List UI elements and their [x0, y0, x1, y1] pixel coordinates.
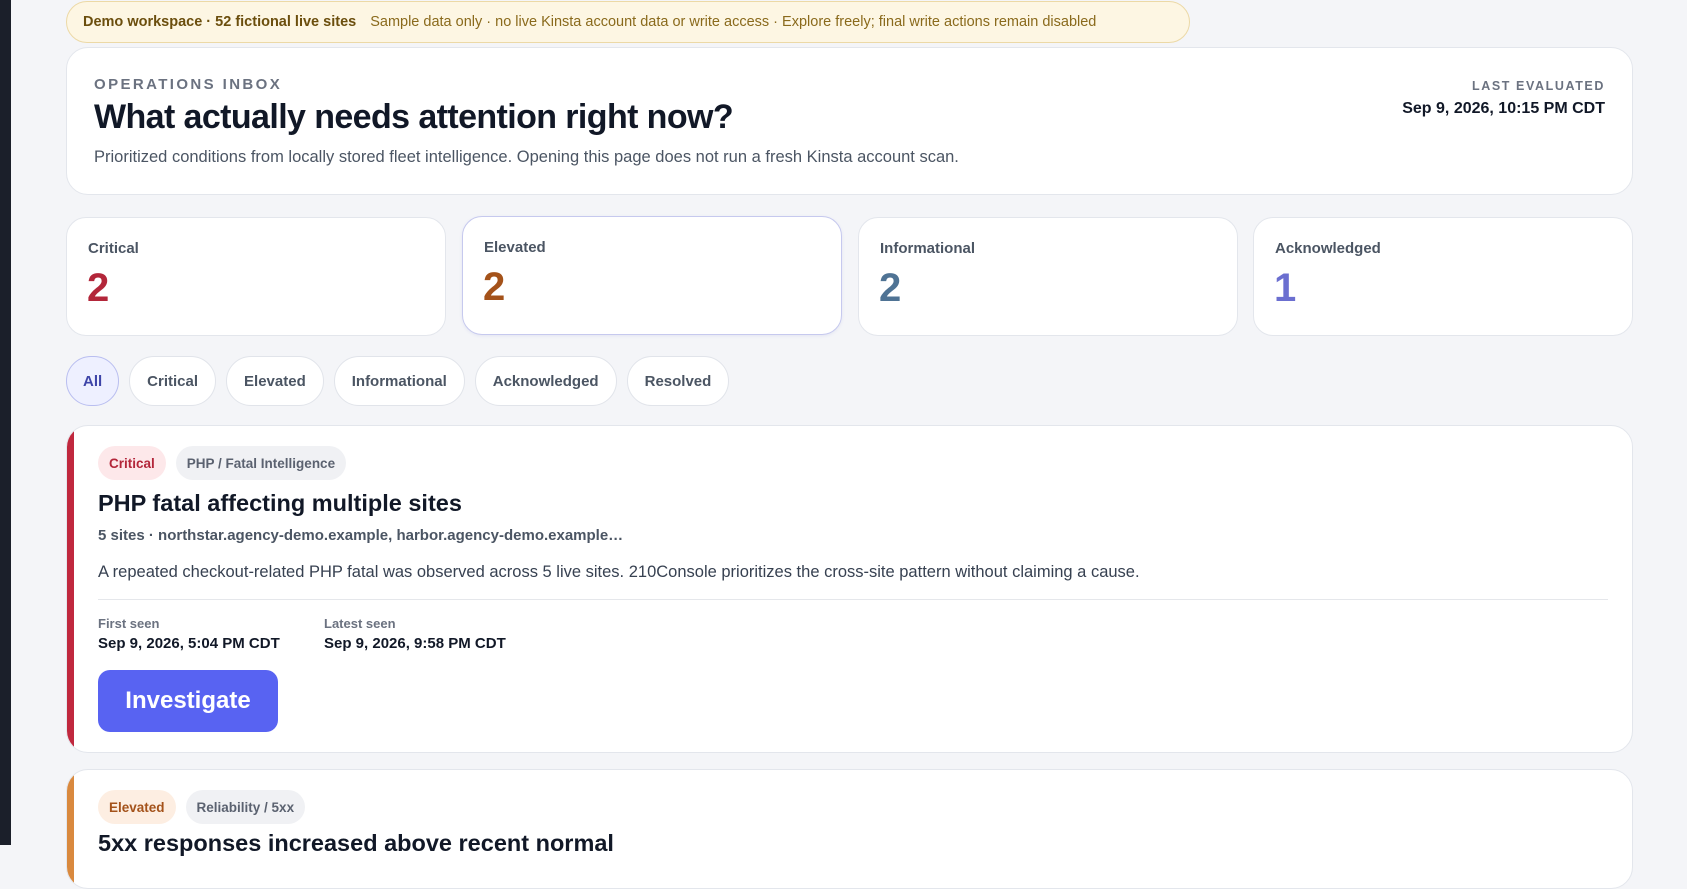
divider: [98, 599, 1608, 600]
alert-card-php-fatal: Critical PHP / Fatal Intelligence PHP fa…: [66, 425, 1633, 753]
stat-label: Elevated: [484, 239, 546, 256]
filter-all[interactable]: All: [66, 356, 120, 406]
severity-accent-bar: [67, 770, 74, 888]
stat-card-informational[interactable]: Informational 2: [858, 217, 1238, 336]
stat-value: 1: [1274, 266, 1297, 310]
alert-title: 5xx responses increased above recent nor…: [98, 830, 614, 856]
demo-banner: Demo workspace · 52 fictional live sites…: [66, 1, 1190, 43]
alert-card-5xx: Elevated Reliability / 5xx 5xx responses…: [66, 769, 1633, 889]
severity-accent-bar: [67, 426, 74, 752]
filter-critical[interactable]: Critical: [129, 356, 217, 406]
category-badge: PHP / Fatal Intelligence: [175, 446, 347, 480]
stat-label: Acknowledged: [1275, 240, 1381, 257]
latest-seen-value: Sep 9, 2026, 9:58 PM CDT: [324, 635, 506, 652]
filter-informational[interactable]: Informational: [333, 356, 465, 406]
alert-badges: Elevated Reliability / 5xx: [98, 790, 306, 824]
header-card: OPERATIONS INBOX What actually needs att…: [66, 47, 1633, 195]
filter-resolved[interactable]: Resolved: [626, 356, 730, 406]
operations-inbox: Demo workspace · 52 fictional live sites…: [66, 0, 1633, 889]
demo-workspace-label: Demo workspace · 52 fictional live sites: [83, 14, 357, 30]
alert-description: A repeated checkout-related PHP fatal wa…: [98, 563, 1140, 581]
demo-notice: Sample data only · no live Kinsta accoun…: [370, 14, 1097, 30]
first-seen: First seen Sep 9, 2026, 5:04 PM CDT: [98, 616, 280, 652]
stat-card-acknowledged[interactable]: Acknowledged 1: [1253, 217, 1633, 336]
stat-value: 2: [483, 265, 506, 309]
stat-card-elevated[interactable]: Elevated 2: [462, 216, 842, 335]
alert-badges: Critical PHP / Fatal Intelligence: [98, 446, 347, 480]
filter-acknowledged[interactable]: Acknowledged: [474, 356, 617, 406]
latest-seen: Latest seen Sep 9, 2026, 9:58 PM CDT: [324, 616, 506, 652]
first-seen-label: First seen: [98, 616, 160, 631]
stat-label: Informational: [880, 240, 976, 257]
filter-bar: All Critical Elevated Informational Ackn…: [66, 356, 730, 406]
stat-value: 2: [879, 266, 902, 310]
severity-badge: Elevated: [98, 790, 176, 824]
left-rail: [0, 0, 11, 845]
category-badge: Reliability / 5xx: [185, 790, 306, 824]
investigate-button[interactable]: Investigate: [98, 670, 278, 732]
first-seen-value: Sep 9, 2026, 5:04 PM CDT: [98, 635, 280, 652]
severity-badge: Critical: [98, 446, 166, 480]
latest-seen-label: Latest seen: [324, 616, 396, 631]
page-title: What actually needs attention right now?: [94, 98, 734, 136]
stat-card-critical[interactable]: Critical 2: [66, 217, 446, 336]
page-eyebrow: OPERATIONS INBOX: [94, 76, 283, 93]
page-subtitle: Prioritized conditions from locally stor…: [94, 148, 959, 166]
alert-title: PHP fatal affecting multiple sites: [98, 490, 462, 516]
last-evaluated-label: LAST EVALUATED: [1471, 79, 1605, 93]
filter-elevated[interactable]: Elevated: [226, 356, 324, 406]
stat-value: 2: [87, 266, 110, 310]
last-evaluated-value: Sep 9, 2026, 10:15 PM CDT: [1402, 100, 1605, 117]
alert-sites: 5 sites · northstar.agency-demo.example,…: [98, 527, 624, 544]
stat-label: Critical: [88, 240, 139, 257]
